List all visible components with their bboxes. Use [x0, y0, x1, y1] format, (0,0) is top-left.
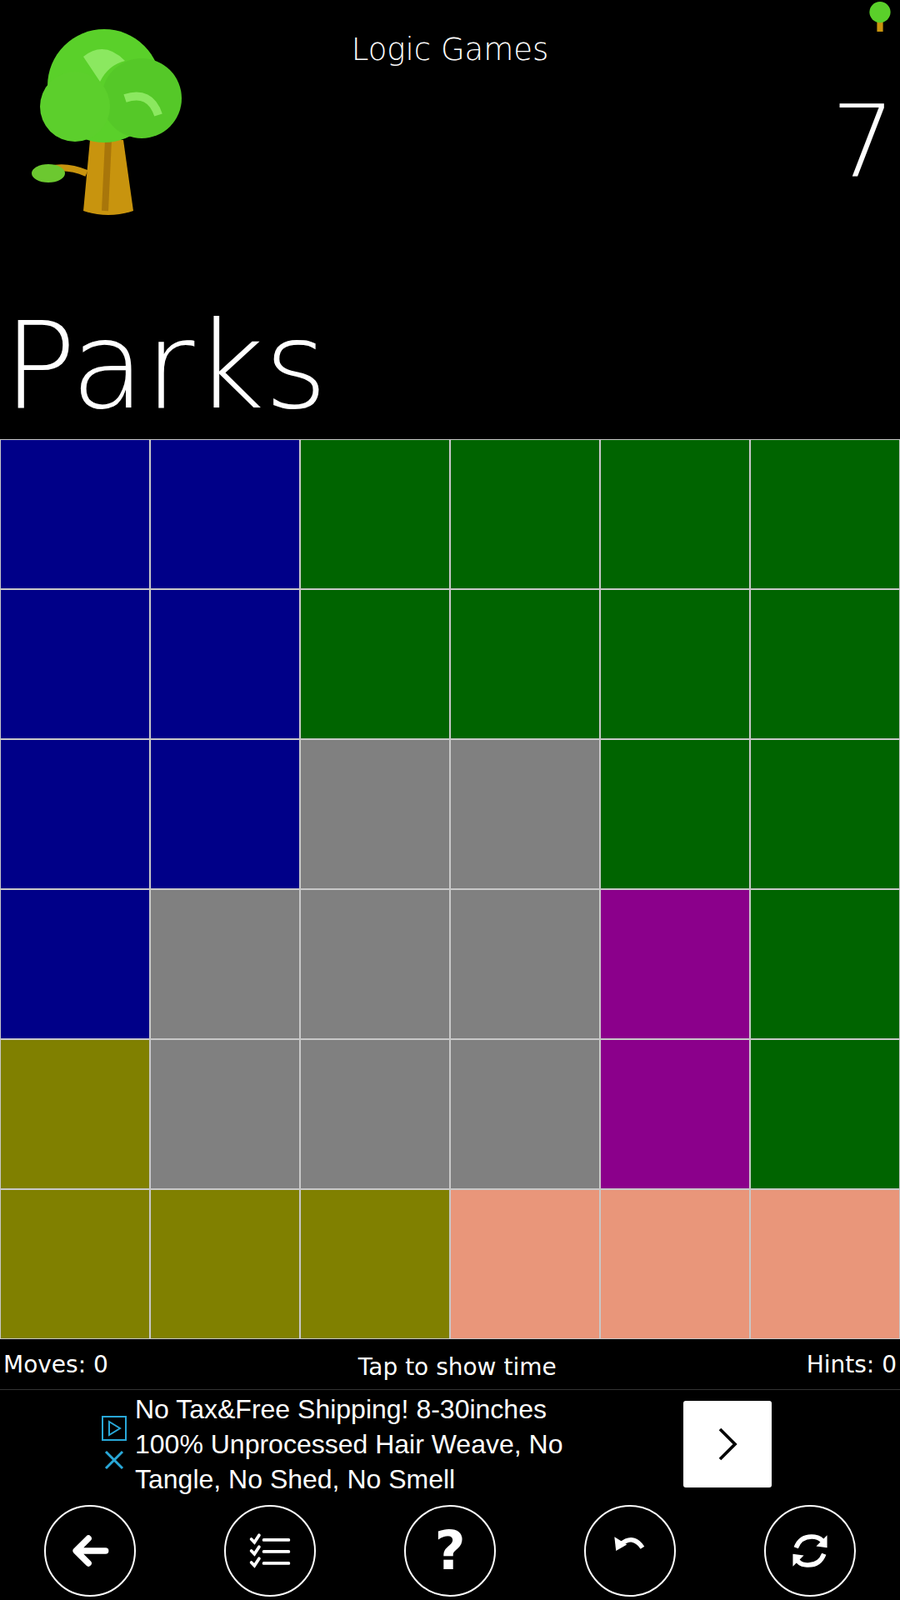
- tree-icon: [865, 0, 895, 34]
- header: Logic Games 7 Parks: [0, 0, 900, 440]
- game-title: Parks: [0, 305, 900, 440]
- moves-count: Moves: 0: [3, 1350, 109, 1379]
- grid-cell[interactable]: [450, 739, 600, 890]
- restart-button[interactable]: [764, 1505, 856, 1597]
- grid-cell[interactable]: [150, 1039, 300, 1190]
- ad-text: No Tax&Free Shipping! 8-30inches100% Unp…: [135, 1391, 563, 1497]
- grid-cell[interactable]: [450, 439, 600, 590]
- grid-cell[interactable]: [150, 889, 300, 1040]
- grid-cell[interactable]: [300, 739, 450, 890]
- grid-cell[interactable]: [600, 589, 750, 740]
- undo-icon: [606, 1527, 654, 1575]
- grid-cell[interactable]: [0, 1189, 150, 1340]
- grid-cell[interactable]: [150, 439, 300, 590]
- grid-cell[interactable]: [750, 889, 900, 1040]
- grid-cell[interactable]: [300, 589, 450, 740]
- ad-open-button[interactable]: [683, 1400, 772, 1488]
- grid-cell[interactable]: [450, 889, 600, 1040]
- grid-cell[interactable]: [0, 889, 150, 1040]
- level-number: 7: [831, 91, 895, 192]
- back-button[interactable]: [44, 1505, 136, 1597]
- ad-close-icon[interactable]: [101, 1447, 127, 1473]
- grid-cell[interactable]: [750, 1039, 900, 1190]
- grid-cell[interactable]: [600, 1039, 750, 1190]
- undo-button[interactable]: [584, 1505, 676, 1597]
- refresh-icon: [786, 1527, 834, 1575]
- grid-cell[interactable]: [300, 439, 450, 590]
- timer[interactable]: Tap to show time: [358, 1348, 557, 1381]
- help-label: ?: [434, 1524, 465, 1578]
- toolbar: ?: [0, 1497, 900, 1600]
- grid-cell[interactable]: [300, 889, 450, 1040]
- grid-cell[interactable]: [750, 589, 900, 740]
- app-title: Logic Games: [351, 31, 550, 68]
- parks-screen: Logic Games 7 Parks Moves: 0 Tap to show…: [0, 0, 900, 1600]
- ad-banner[interactable]: No Tax&Free Shipping! 8-30inches100% Unp…: [0, 1389, 900, 1498]
- tree-logo-icon: [25, 15, 192, 215]
- chevron-right-icon: [715, 1425, 740, 1464]
- hints-count: Hints: 0: [806, 1350, 897, 1379]
- puzzle-grid: [0, 439, 900, 1340]
- grid-cell[interactable]: [450, 589, 600, 740]
- grid-cell[interactable]: [0, 589, 150, 740]
- grid-cell[interactable]: [150, 1189, 300, 1340]
- grid-cell[interactable]: [0, 1039, 150, 1190]
- ad-info-icon[interactable]: [101, 1415, 127, 1441]
- help-button[interactable]: ?: [404, 1505, 496, 1597]
- status-bar: Moves: 0 Tap to show time Hints: 0: [0, 1339, 900, 1390]
- grid-cell[interactable]: [450, 1039, 600, 1190]
- levels-button[interactable]: [224, 1505, 316, 1597]
- grid-cell[interactable]: [150, 739, 300, 890]
- grid-cell[interactable]: [750, 439, 900, 590]
- grid-cell[interactable]: [600, 739, 750, 890]
- grid-cell[interactable]: [0, 739, 150, 890]
- grid-cell[interactable]: [600, 889, 750, 1040]
- grid-cell[interactable]: [750, 739, 900, 890]
- grid-cell[interactable]: [600, 439, 750, 590]
- grid-cell[interactable]: [450, 1189, 600, 1340]
- grid-cell[interactable]: [300, 1039, 450, 1190]
- grid-cell[interactable]: [750, 1189, 900, 1340]
- grid-cell[interactable]: [300, 1189, 450, 1340]
- checklist-icon: [246, 1527, 294, 1575]
- grid-cell[interactable]: [600, 1189, 750, 1340]
- grid-cell[interactable]: [150, 589, 300, 740]
- back-arrow-icon: [66, 1527, 114, 1575]
- grid-cell[interactable]: [0, 439, 150, 590]
